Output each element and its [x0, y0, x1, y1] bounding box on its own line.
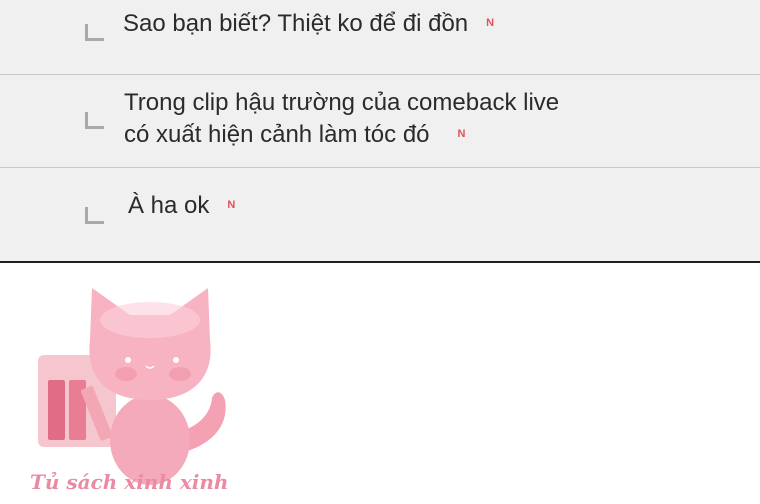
reply-arrow-icon [85, 24, 104, 41]
reply-arrow-icon [85, 112, 104, 129]
new-badge: N [457, 127, 466, 140]
reply-thread-panel: Sao bạn biết? Thiệt ko để đi đồn N Trong … [0, 0, 760, 263]
pink-cat-bookshelf-logo [38, 288, 226, 485]
comment-line: Trong clip hậu trường của comeback live [124, 89, 560, 116]
comment-text: À ha ok N [128, 190, 235, 223]
cat-eye [173, 357, 179, 363]
comment-row[interactable]: À ha ok N [0, 168, 760, 261]
comment-line: Sao bạn biết? Thiệt ko để đi đồn [123, 10, 469, 37]
cat-blush [115, 367, 137, 381]
cat-blush [169, 367, 191, 381]
reply-arrow-icon [85, 207, 104, 224]
comment-line: À ha ok [128, 192, 210, 219]
cat-head-highlight [100, 302, 200, 338]
book-icon [48, 380, 65, 440]
comment-text: Sao bạn biết? Thiệt ko để đi đồn N [123, 8, 494, 41]
watermark-text: Tủ sách xinh xinh [30, 470, 229, 494]
new-badge: N [486, 16, 495, 29]
comment-row[interactable]: Sao bạn biết? Thiệt ko để đi đồn N [0, 0, 760, 75]
cat-eye [125, 357, 131, 363]
comment-text: Trong clip hậu trường của comeback live … [124, 87, 559, 152]
comment-row[interactable]: Trong clip hậu trường của comeback live … [0, 75, 760, 168]
comment-line: có xuất hiện cảnh làm tóc đó [124, 121, 430, 148]
new-badge: N [227, 198, 236, 211]
